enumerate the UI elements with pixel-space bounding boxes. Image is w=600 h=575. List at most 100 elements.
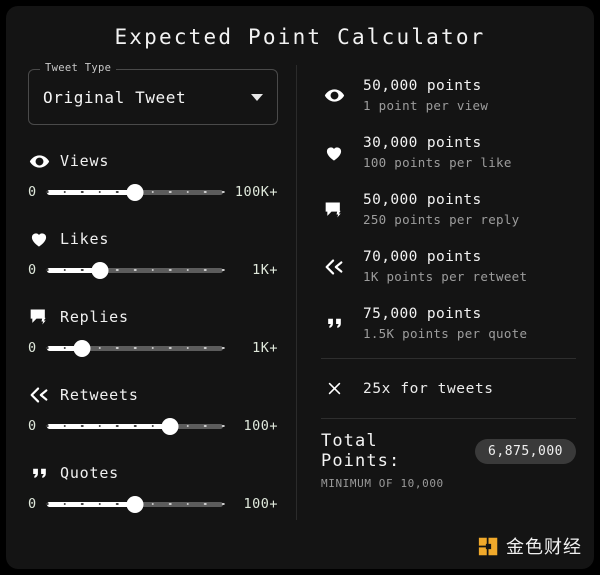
- multiply-icon: [321, 380, 347, 397]
- slider-tick: [133, 268, 137, 272]
- slider-tick: [63, 424, 66, 428]
- slider-label-retweets: Retweets: [60, 386, 139, 404]
- slider-tick: [63, 346, 66, 350]
- slider-tick: [63, 502, 66, 506]
- slider-min-replies: 0: [28, 340, 37, 356]
- slider-track-views[interactable]: [45, 181, 225, 203]
- slider-header-quotes: Quotes: [28, 462, 278, 484]
- slider-tick: [98, 190, 102, 194]
- slider-tick: [168, 502, 172, 506]
- slider-fill: [47, 501, 135, 507]
- slider-tick: [186, 268, 190, 272]
- slider-group-views: Views 0 100K+: [28, 150, 278, 203]
- total-block: Total Points: 6,875,000 MINIMUM OF 10,00…: [321, 431, 576, 490]
- divider-below-multiplier: [321, 418, 576, 419]
- stat-rate-retweets: 1K points per retweet: [363, 268, 528, 284]
- slider-thumb-likes[interactable]: [91, 261, 109, 279]
- slider-tick: [80, 190, 84, 194]
- slider-tick: [45, 268, 49, 272]
- slider-tick: [151, 502, 154, 506]
- slider-tick: [116, 502, 119, 506]
- total-points-value: 6,875,000: [475, 438, 576, 464]
- slider-tick: [204, 190, 207, 194]
- tweet-type-select[interactable]: Tweet Type Original Tweet: [28, 62, 278, 125]
- slider-row-replies: 0 1K+: [28, 337, 278, 359]
- slider-tick: [186, 190, 190, 194]
- slider-track-likes[interactable]: [45, 259, 225, 281]
- slider-header-views: Views: [28, 150, 278, 172]
- stat-row-retweets: 70,000 points 1K points per retweet: [321, 238, 576, 295]
- stat-rate-quotes: 1.5K points per quote: [363, 325, 528, 341]
- slider-thumb-views[interactable]: [126, 183, 144, 201]
- slider-tick: [133, 346, 137, 350]
- slider-min-quotes: 0: [28, 496, 37, 512]
- slider-thumb-retweets[interactable]: [161, 417, 179, 435]
- slider-tick: [63, 190, 66, 194]
- slider-tick: [98, 346, 102, 350]
- stat-text-replies: 50,000 points 250 points per reply: [363, 190, 520, 229]
- slider-tick: [151, 424, 154, 428]
- slider-min-likes: 0: [28, 262, 37, 278]
- stat-points-likes: 30,000 points: [363, 134, 482, 151]
- divider-above-multiplier: [321, 358, 576, 359]
- stat-text-retweets: 70,000 points 1K points per retweet: [363, 247, 527, 286]
- slider-tick: [204, 424, 207, 428]
- slider-tick: [221, 502, 225, 506]
- stat-points-replies: 50,000 points: [363, 191, 482, 208]
- slider-label-likes: Likes: [60, 230, 110, 248]
- slider-tick: [98, 424, 102, 428]
- slider-header-likes: Likes: [28, 228, 278, 250]
- stat-points-retweets: 70,000 points: [363, 248, 482, 265]
- slider-group-replies: Replies 0 1K+: [28, 306, 278, 359]
- slider-label-quotes: Quotes: [60, 464, 119, 482]
- slider-tick: [45, 424, 49, 428]
- slider-track-retweets[interactable]: [45, 415, 225, 437]
- stat-row-likes: 30,000 points 100 points per like: [321, 124, 576, 181]
- slider-group-retweets: Retweets 0 100+: [28, 384, 278, 437]
- slider-tick: [45, 502, 49, 506]
- slider-thumb-quotes[interactable]: [126, 495, 144, 513]
- stats-container: 50,000 points 1 point per view 30,000 poin…: [321, 67, 576, 352]
- reply-bubble-icon: [321, 200, 347, 220]
- page-title: Expected Point Calculator: [114, 25, 486, 49]
- stat-rate-replies: 250 points per reply: [363, 211, 520, 227]
- slider-header-retweets: Retweets: [28, 384, 278, 406]
- slider-tick: [204, 502, 207, 506]
- slider-label-replies: Replies: [60, 308, 129, 326]
- slider-track-replies[interactable]: [45, 337, 225, 359]
- slider-tick: [116, 424, 119, 428]
- stat-text-likes: 30,000 points 100 points per like: [363, 133, 512, 172]
- slider-tick: [98, 502, 102, 506]
- stat-row-quotes: 75,000 points 1.5K points per quote: [321, 295, 576, 352]
- slider-thumb-replies[interactable]: [73, 339, 91, 357]
- slider-tick: [45, 190, 49, 194]
- slider-tick: [151, 190, 154, 194]
- slider-tick: [168, 268, 172, 272]
- slider-tick: [63, 268, 66, 272]
- slider-tick: [186, 346, 190, 350]
- total-points-label: Total Points:: [321, 431, 401, 471]
- slider-track-quotes[interactable]: [45, 493, 225, 515]
- quote-icon: [28, 464, 50, 483]
- eye-icon: [28, 151, 50, 172]
- heart-icon: [321, 143, 347, 163]
- stat-text-quotes: 75,000 points 1.5K points per quote: [363, 304, 527, 343]
- slider-min-views: 0: [28, 184, 37, 200]
- slider-tick: [204, 346, 207, 350]
- slider-tick: [133, 424, 137, 428]
- slider-tick: [186, 424, 190, 428]
- slider-tick: [151, 346, 154, 350]
- sliders-container: Views 0 100K+ Likes 0 1K+ Replies 0 1K+ Retweets 0…: [28, 150, 278, 515]
- quote-icon: [321, 314, 347, 333]
- slider-max-likes: 1K+: [252, 262, 278, 278]
- slider-min-retweets: 0: [28, 418, 37, 434]
- slider-tick: [221, 346, 225, 350]
- chevron-down-icon[interactable]: [251, 93, 263, 101]
- slider-tick: [80, 268, 84, 272]
- slider-tick: [221, 268, 225, 272]
- stat-rate-likes: 100 points per like: [363, 154, 512, 170]
- slider-max-quotes: 100+: [243, 496, 278, 512]
- slider-row-retweets: 0 100+: [28, 415, 278, 437]
- stat-rate-views: 1 point per view: [363, 97, 489, 113]
- slider-group-quotes: Quotes 0 100+: [28, 462, 278, 515]
